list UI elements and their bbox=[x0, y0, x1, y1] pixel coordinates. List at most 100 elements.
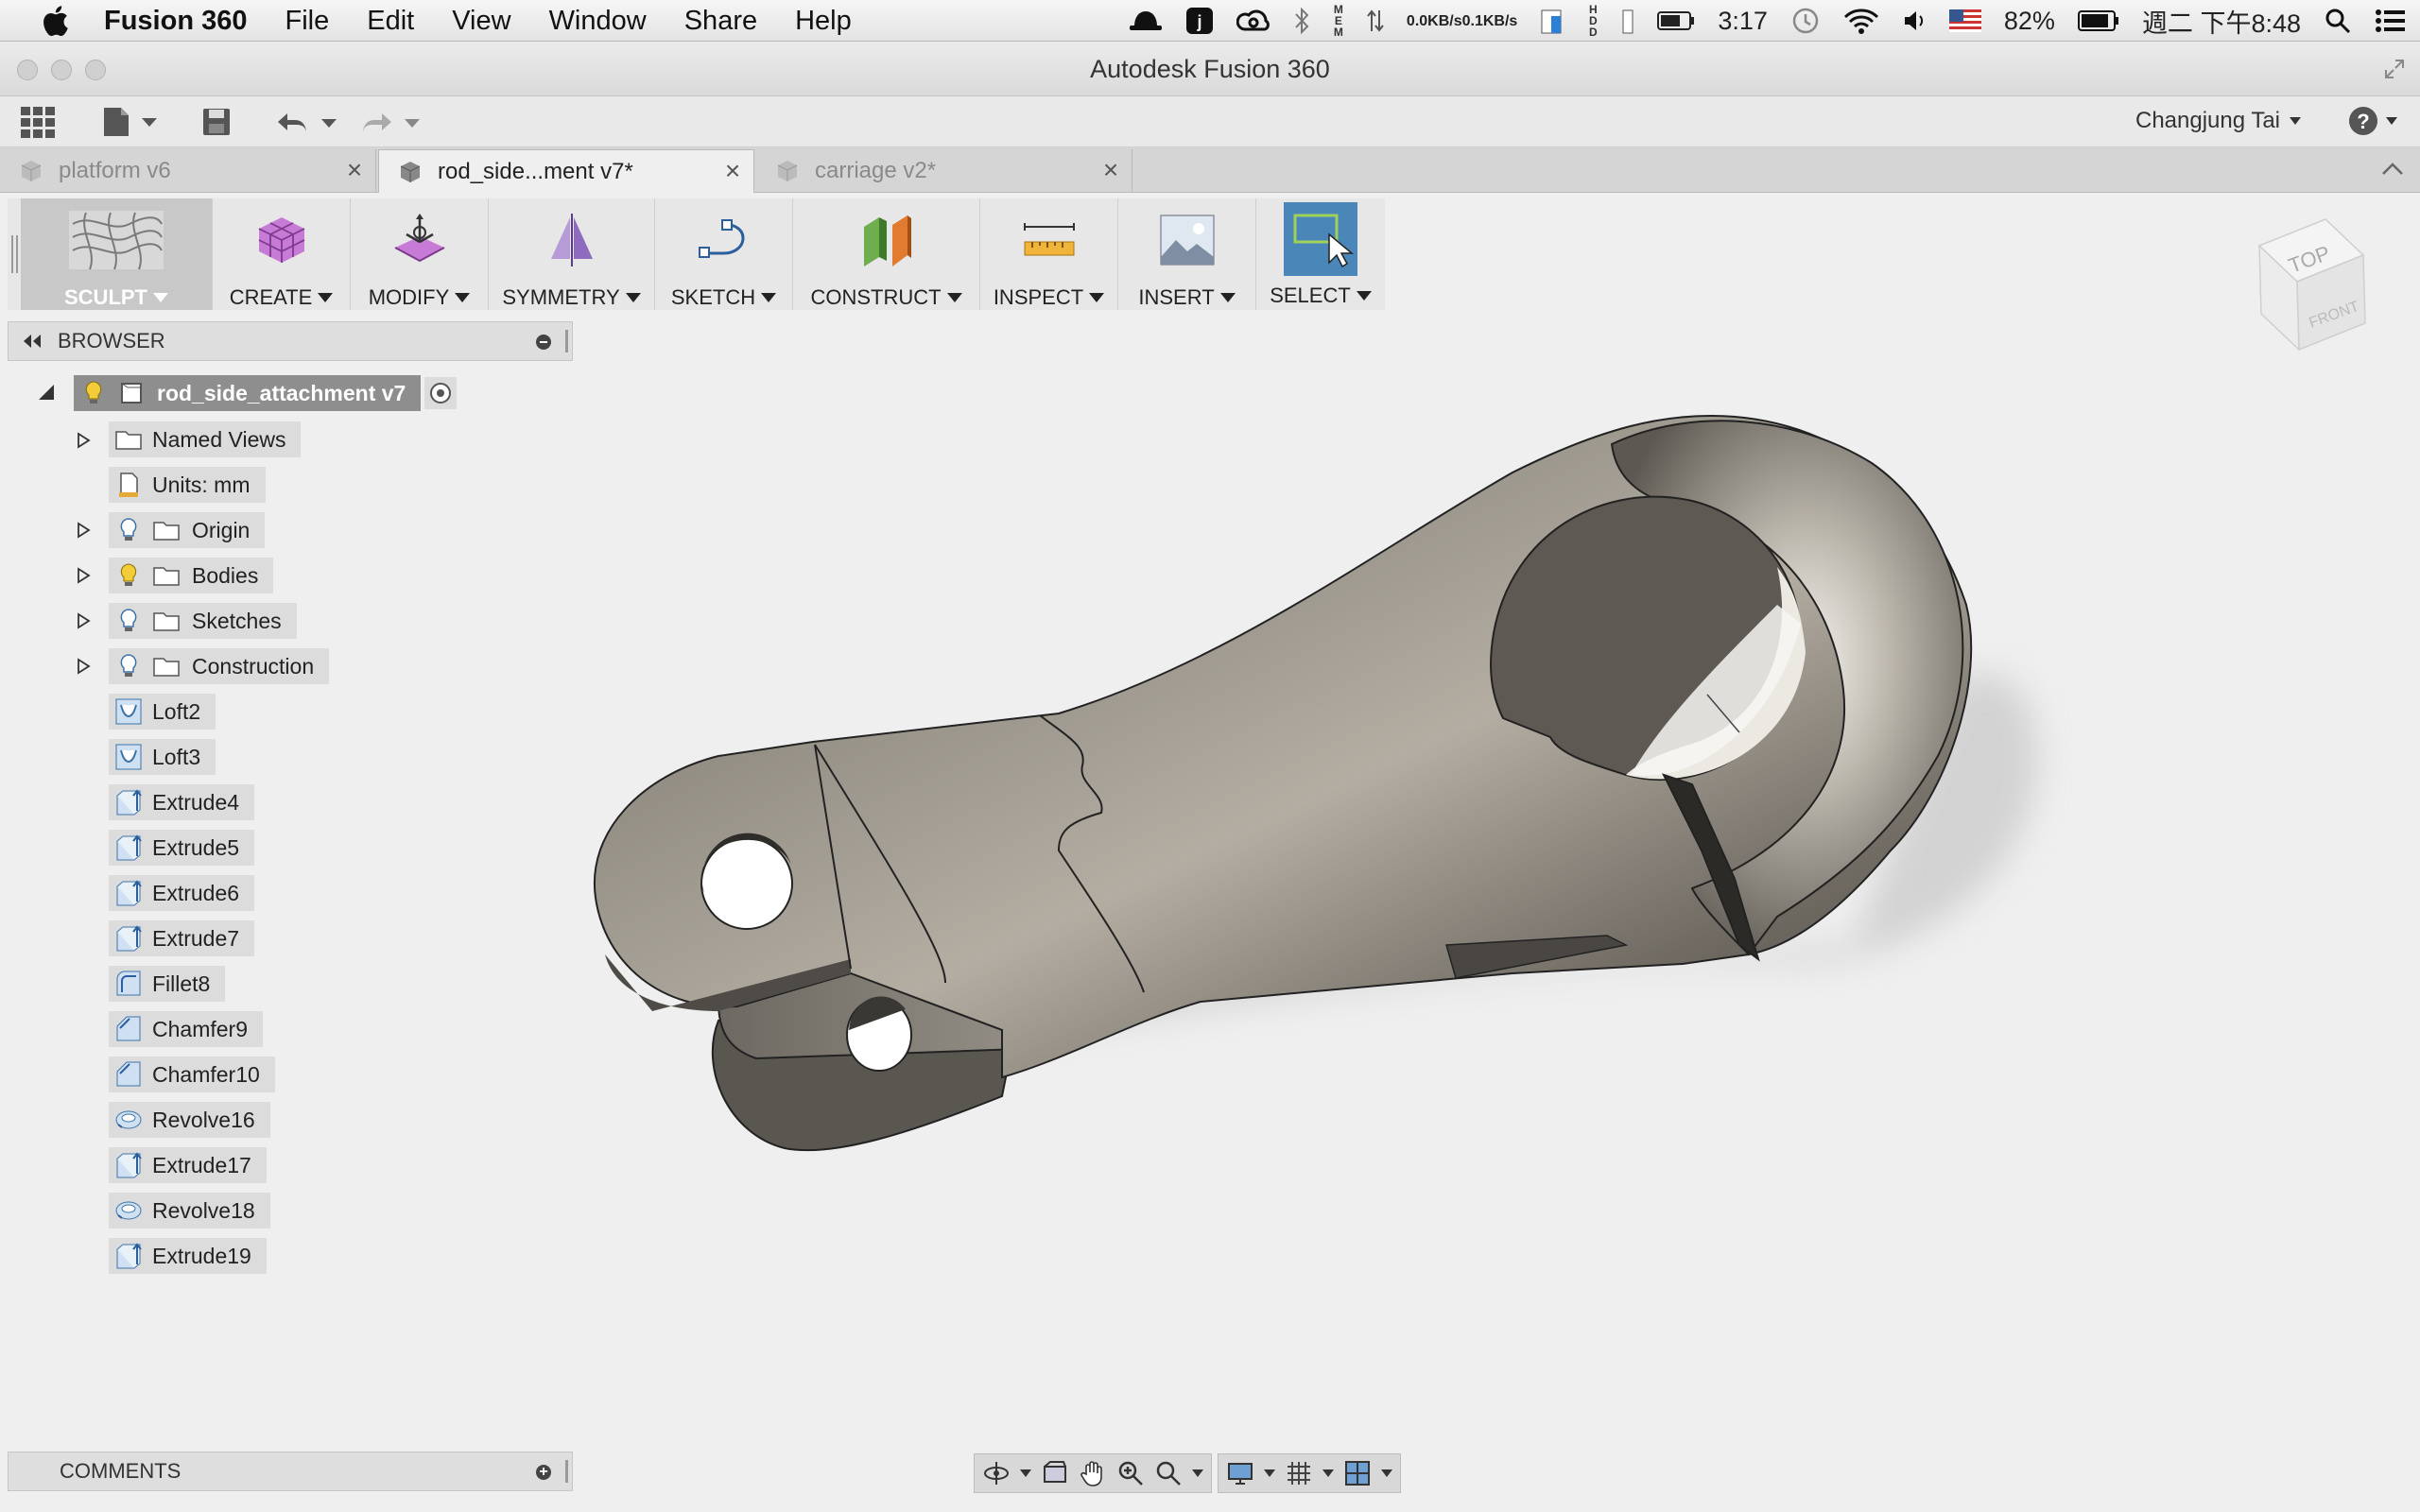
lightbulb-off-icon[interactable] bbox=[114, 607, 143, 635]
browser-row-construction[interactable]: Construction bbox=[109, 648, 330, 684]
feature-row-extrude4[interactable]: Extrude4 bbox=[109, 784, 255, 820]
j-app-icon[interactable]: j bbox=[1185, 7, 1214, 35]
user-account-menu[interactable]: Changjung Tai bbox=[2135, 108, 2301, 134]
redo-icon[interactable] bbox=[357, 104, 424, 140]
feature-row-extrude5[interactable]: Extrude5 bbox=[109, 830, 255, 866]
bluetooth-icon[interactable] bbox=[1293, 7, 1310, 35]
display-settings-icon[interactable] bbox=[1226, 1459, 1254, 1487]
feature-row-chamfer9[interactable]: Chamfer9 bbox=[109, 1011, 263, 1047]
feature-row-revolve18[interactable]: Revolve18 bbox=[109, 1193, 270, 1228]
close-tab-icon[interactable]: × bbox=[343, 157, 366, 183]
expand-triangle-icon[interactable] bbox=[74, 611, 93, 630]
lightbulb-off-icon[interactable] bbox=[114, 652, 143, 680]
hat-icon[interactable] bbox=[1129, 8, 1163, 34]
close-tab-icon[interactable]: × bbox=[721, 158, 744, 184]
look-at-icon[interactable] bbox=[1041, 1459, 1069, 1487]
chevron-down-icon[interactable] bbox=[1264, 1469, 1275, 1477]
menu-help[interactable]: Help bbox=[776, 0, 871, 42]
grid-settings-icon[interactable] bbox=[1285, 1459, 1313, 1487]
browser-root-node[interactable]: rod_side_attachment v7 bbox=[74, 375, 422, 411]
expand-triangle-icon[interactable] bbox=[74, 521, 93, 540]
spotlight-search-icon[interactable] bbox=[2324, 7, 2352, 35]
menu-edit[interactable]: Edit bbox=[348, 0, 433, 42]
creative-cloud-icon[interactable] bbox=[1236, 9, 1270, 33]
chevron-down-icon[interactable] bbox=[1322, 1469, 1334, 1477]
help-menu[interactable]: ? bbox=[2346, 104, 2397, 138]
select-menu[interactable]: SELECT bbox=[1256, 198, 1385, 310]
panel-grip[interactable] bbox=[565, 1460, 568, 1483]
battery-icon[interactable] bbox=[2077, 9, 2119, 32]
feature-row-revolve16[interactable]: Revolve16 bbox=[109, 1102, 270, 1138]
modify-menu[interactable]: MODIFY bbox=[351, 198, 489, 310]
chevron-down-icon[interactable] bbox=[1381, 1469, 1392, 1477]
chevron-up-icon[interactable] bbox=[2378, 155, 2407, 183]
chevron-down-icon[interactable] bbox=[1020, 1469, 1031, 1477]
tab-platform[interactable]: platform v6 × bbox=[0, 149, 376, 193]
feature-row-extrude7[interactable]: Extrude7 bbox=[109, 920, 255, 956]
zoom-icon[interactable] bbox=[1116, 1459, 1145, 1487]
feature-row-extrude6[interactable]: Extrude6 bbox=[109, 875, 255, 911]
browser-row-named-views[interactable]: Named Views bbox=[109, 421, 302, 457]
lightbulb-on-icon[interactable] bbox=[79, 379, 108, 407]
us-flag-icon[interactable] bbox=[1948, 9, 1981, 32]
viewports-icon[interactable] bbox=[1343, 1459, 1372, 1487]
feature-row-extrude19[interactable]: Extrude19 bbox=[109, 1238, 267, 1274]
apple-icon[interactable] bbox=[34, 0, 76, 42]
workspace-switcher[interactable]: SCULPT bbox=[21, 198, 213, 310]
clock-datetime[interactable]: 週二 下午8:48 bbox=[2142, 3, 2301, 40]
ribbon-grip[interactable] bbox=[8, 198, 21, 310]
inspect-menu[interactable]: INSPECT bbox=[980, 198, 1118, 310]
close-tab-icon[interactable]: × bbox=[1099, 157, 1122, 183]
pan-hand-icon[interactable] bbox=[1079, 1459, 1107, 1487]
panel-grip[interactable] bbox=[565, 330, 568, 352]
file-menu-icon[interactable] bbox=[100, 104, 159, 140]
volume-icon[interactable] bbox=[1902, 9, 1927, 33]
browser-root-row[interactable]: rod_side_attachment v7 bbox=[36, 375, 458, 411]
lightbulb-off-icon[interactable] bbox=[114, 516, 143, 544]
browser-row-sketches[interactable]: Sketches bbox=[109, 603, 297, 639]
app-menu[interactable]: Fusion 360 bbox=[76, 0, 267, 42]
menu-view[interactable]: View bbox=[433, 0, 529, 42]
feature-row-loft2[interactable]: Loft2 bbox=[109, 694, 216, 730]
fullscreen-icon[interactable] bbox=[2382, 57, 2407, 81]
zoom-window-icon[interactable] bbox=[1154, 1459, 1183, 1487]
insert-menu[interactable]: INSERT bbox=[1118, 198, 1256, 310]
symmetry-menu[interactable]: SYMMETRY bbox=[489, 198, 655, 310]
expand-triangle-icon[interactable] bbox=[74, 657, 93, 676]
tab-rod-side-attachment[interactable]: rod_side...ment v7* × bbox=[378, 149, 754, 193]
browser-row-units[interactable]: Units: mm bbox=[109, 467, 266, 503]
undo-icon[interactable] bbox=[274, 104, 340, 140]
menu-window[interactable]: Window bbox=[530, 0, 666, 42]
viewcube[interactable]: TOP FRONT bbox=[2240, 208, 2382, 369]
activate-component-radio[interactable] bbox=[424, 377, 458, 409]
lightbulb-on-icon[interactable] bbox=[114, 561, 143, 590]
expand-triangle-icon[interactable] bbox=[74, 431, 93, 450]
time-machine-icon[interactable] bbox=[1790, 6, 1821, 36]
feature-row-extrude17[interactable]: Extrude17 bbox=[109, 1147, 267, 1183]
data-panel-grid-icon[interactable] bbox=[19, 104, 57, 140]
notification-center-icon[interactable] bbox=[2375, 8, 2407, 34]
expanded-triangle-icon[interactable] bbox=[36, 383, 57, 404]
wifi-icon[interactable] bbox=[1843, 7, 1879, 35]
add-comment-icon[interactable]: + bbox=[536, 1465, 551, 1480]
tab-carriage[interactable]: carriage v2* × bbox=[756, 149, 1132, 193]
minus-icon[interactable] bbox=[536, 335, 551, 350]
chevron-down-icon[interactable] bbox=[1192, 1469, 1203, 1477]
collapse-left-icon[interactable] bbox=[20, 333, 44, 350]
feature-row-fillet8[interactable]: Fillet8 bbox=[109, 966, 226, 1002]
3d-viewport[interactable] bbox=[577, 312, 2420, 1446]
menu-share[interactable]: Share bbox=[666, 0, 776, 42]
browser-row-bodies[interactable]: Bodies bbox=[109, 558, 274, 593]
create-menu[interactable]: CREATE bbox=[213, 198, 351, 310]
menu-file[interactable]: File bbox=[267, 0, 349, 42]
battery-small-icon[interactable] bbox=[1657, 10, 1695, 31]
feature-row-chamfer10[interactable]: Chamfer10 bbox=[109, 1057, 275, 1092]
expand-triangle-icon[interactable] bbox=[74, 566, 93, 585]
browser-row-origin[interactable]: Origin bbox=[109, 512, 266, 548]
svg-text:?: ? bbox=[2357, 110, 2369, 133]
feature-row-loft3[interactable]: Loft3 bbox=[109, 739, 216, 775]
construct-menu[interactable]: CONSTRUCT bbox=[793, 198, 980, 310]
sketch-menu[interactable]: SKETCH bbox=[655, 198, 793, 310]
save-icon[interactable] bbox=[200, 104, 233, 140]
orbit-icon[interactable] bbox=[982, 1459, 1011, 1487]
